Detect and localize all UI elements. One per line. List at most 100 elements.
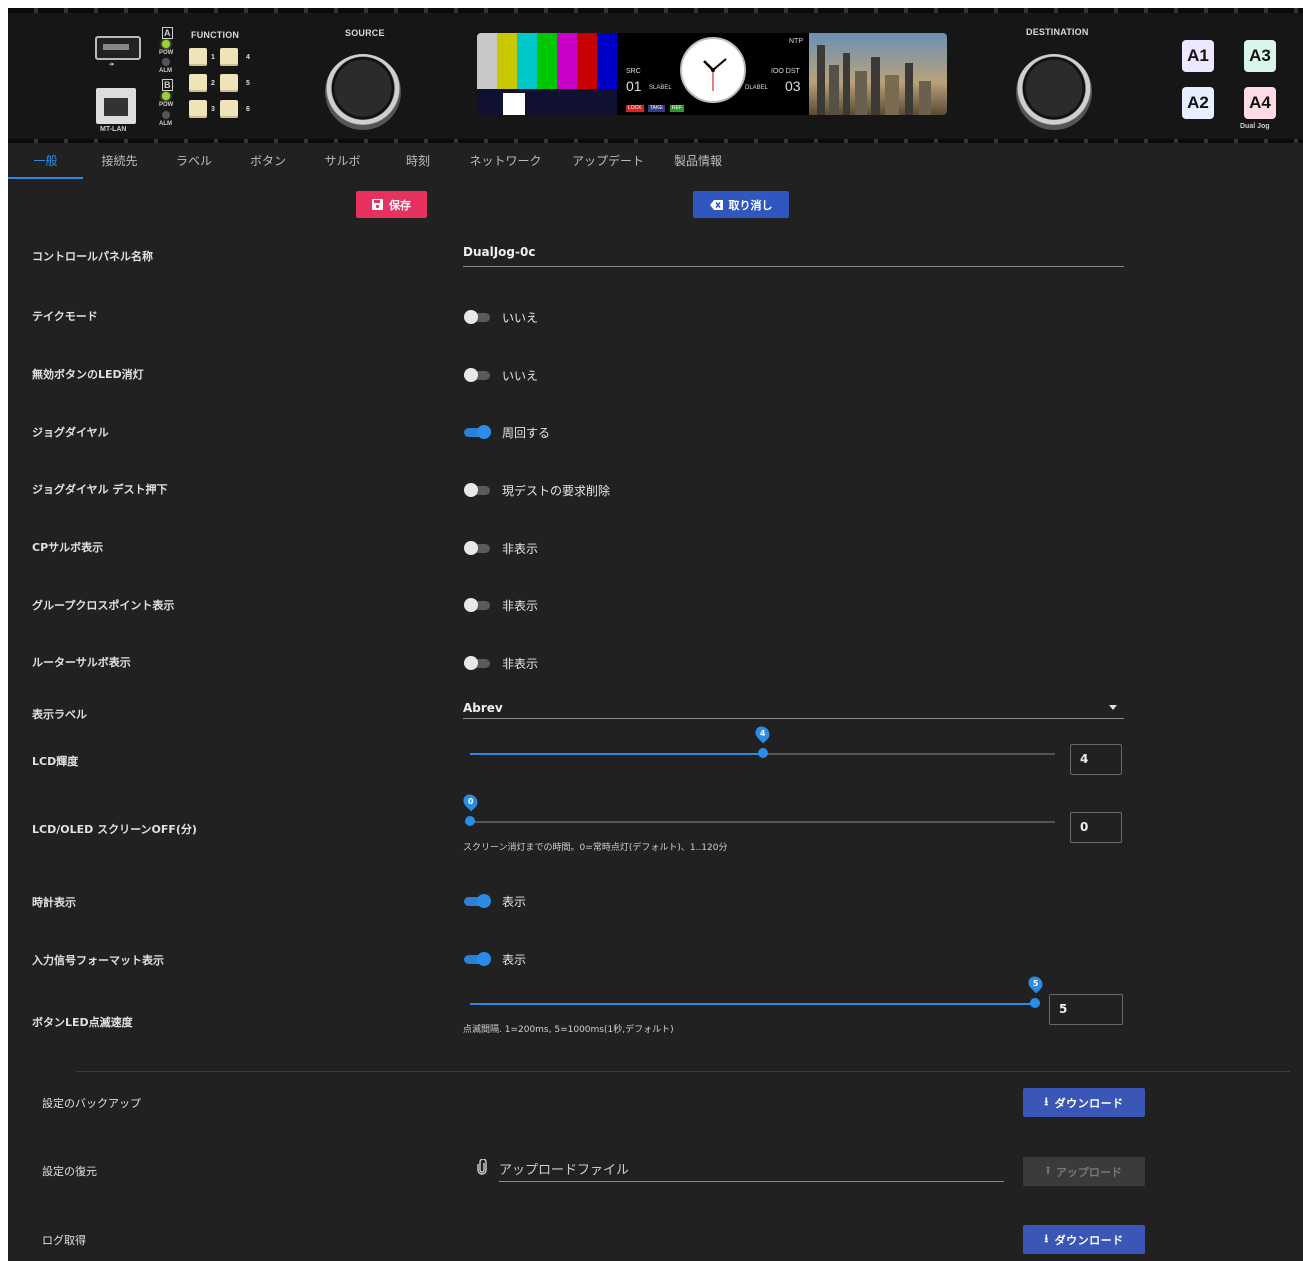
lcd-info-area: NTP SRC 01 SLABEL IOO DST DLABEL 03 LOCK… — [617, 33, 809, 115]
router-salvo-label: ルーターサルボ表示 — [32, 656, 131, 669]
backup-download-button[interactable]: ⭳ ダウンロード — [1023, 1088, 1145, 1117]
function-key-6-number: 6 — [246, 106, 250, 113]
lcd-ntp: NTP — [789, 38, 803, 45]
clock-icon — [680, 37, 746, 103]
pow-label-a: POW — [159, 50, 174, 56]
lcd-brightness-fill — [470, 753, 763, 755]
save-button[interactable]: 保存 — [356, 191, 427, 218]
cp-salvo-toggle[interactable] — [464, 541, 492, 555]
restore-label: 設定の復元 — [42, 1165, 97, 1178]
function-key-6 — [220, 100, 238, 118]
router-salvo-toggle[interactable] — [464, 656, 492, 670]
chevron-down-icon[interactable] — [1109, 705, 1117, 710]
led-off-toggle[interactable] — [464, 368, 492, 382]
take-mode-toggle[interactable] — [464, 310, 492, 324]
alm-label-a: ALM — [159, 68, 172, 74]
tab-update[interactable]: アップデート — [568, 143, 648, 181]
jog-press-value: 現デストの要求削除 — [502, 484, 611, 498]
tab-general[interactable]: 一般 — [8, 143, 83, 181]
jog-press-label: ジョグダイヤル デスト押下 — [32, 483, 168, 496]
bank-b-label: B — [162, 79, 173, 91]
function-key-3 — [189, 100, 207, 118]
upload-button[interactable]: ⭱ アップロード — [1023, 1157, 1145, 1186]
screen-off-input[interactable]: 0 — [1070, 812, 1122, 843]
assign-key-a2: A2 — [1182, 87, 1214, 119]
blink-speed-pin: 5 — [1025, 973, 1045, 994]
lcd-ioo-dst: IOO DST — [771, 68, 800, 75]
upload-file-underline — [499, 1181, 1004, 1182]
led-off-label: 無効ボタンのLED消灯 — [32, 368, 144, 381]
upload-button-label: アップロード — [1055, 1165, 1122, 1179]
log-download-label: ダウンロード — [1054, 1233, 1124, 1247]
download-icon: ⭳ — [1044, 1095, 1049, 1108]
assign-key-a3: A3 — [1244, 40, 1276, 72]
lcd-dst-number: 03 — [785, 78, 801, 94]
tab-salvo[interactable]: サルボ — [315, 143, 370, 181]
tab-product-info[interactable]: 製品情報 — [668, 143, 728, 181]
lcd-lock-tag: LOCK — [626, 105, 644, 112]
cp-salvo-label: CPサルボ表示 — [32, 541, 104, 554]
cancel-button-label: 取り消し — [728, 198, 773, 212]
function-key-3-number: 3 — [211, 106, 215, 113]
blink-speed-thumb[interactable] — [1030, 998, 1040, 1008]
city-image — [809, 33, 947, 115]
panel-name-underline — [463, 266, 1124, 267]
screen-off-hint: スクリーン消灯までの時間。0=常時点灯(デフォルト)、1..120分 — [463, 843, 728, 853]
save-button-label: 保存 — [389, 198, 411, 212]
blink-speed-hint: 点滅間隔. 1=200ms, 5=1000ms(1秒,デフォルト) — [463, 1025, 674, 1035]
input-format-toggle[interactable] — [464, 952, 492, 966]
display-label-select[interactable]: Abrev — [463, 701, 503, 715]
cp-salvo-value: 非表示 — [502, 542, 539, 556]
pow-label-b: POW — [159, 102, 174, 108]
function-key-4 — [220, 48, 238, 66]
lcd-brightness-slider[interactable]: 4 — [470, 723, 1055, 758]
backup-label: 設定のバックアップ — [42, 1097, 141, 1110]
lcd-brightness-input[interactable]: 4 — [1070, 744, 1122, 775]
screen-off-slider[interactable]: 0 — [460, 791, 1055, 826]
group-xpt-toggle[interactable] — [464, 598, 492, 612]
upload-file-input[interactable]: アップロードファイル — [499, 1159, 629, 1178]
device-panel-image: ⇸ MT-LAN A POW ALM B POW ALM FUNCTION 1 … — [8, 8, 1303, 143]
bank-a-label: A — [162, 27, 173, 39]
lan-port-icon — [96, 88, 136, 124]
lcd-brightness-label: LCD輝度 — [32, 755, 79, 768]
lcd-take-tag: TAKE — [648, 105, 665, 112]
display-label-label: 表示ラベル — [32, 708, 87, 721]
panel-name-label: コントロールパネル名称 — [32, 250, 153, 263]
screen-off-pin-value: 0 — [467, 797, 473, 807]
blink-speed-input[interactable]: 5 — [1049, 994, 1123, 1025]
log-download-button[interactable]: ⭳ ダウンロード — [1023, 1225, 1145, 1254]
alm-led-b — [162, 111, 170, 119]
function-key-2 — [189, 74, 207, 92]
clock-display-value: 表示 — [502, 895, 527, 909]
jog-dial-toggle[interactable] — [464, 425, 492, 439]
clock-display-label: 時計表示 — [32, 896, 76, 909]
input-format-label: 入力信号フォーマット表示 — [32, 954, 164, 967]
jog-press-toggle[interactable] — [464, 483, 492, 497]
lcd-dlabel: DLABEL — [745, 85, 769, 91]
group-xpt-value: 非表示 — [502, 599, 539, 613]
panel-name-input[interactable]: DualJog-0c — [463, 245, 535, 259]
screen-off-thumb[interactable] — [465, 816, 475, 826]
lcd-display: NTP SRC 01 SLABEL IOO DST DLABEL 03 LOCK… — [477, 33, 947, 115]
lcd-brightness-thumb[interactable] — [757, 748, 768, 758]
alm-led-a — [162, 58, 170, 66]
paperclip-icon[interactable] — [477, 1159, 487, 1175]
color-bars-bottom — [477, 89, 617, 115]
router-salvo-value: 非表示 — [502, 657, 539, 671]
tab-network[interactable]: ネットワーク — [463, 143, 548, 181]
tab-destinations[interactable]: 接続先 — [92, 143, 147, 181]
tab-buttons[interactable]: ボタン — [241, 143, 295, 181]
cancel-button[interactable]: 取り消し — [693, 191, 789, 218]
blink-speed-slider[interactable]: 5 — [470, 973, 1045, 1008]
active-tab-indicator — [8, 177, 83, 179]
blink-speed-label: ボタンLED点滅速度 — [32, 1016, 133, 1029]
download-icon: ⭳ — [1044, 1232, 1049, 1245]
usb-symbol-icon: ⇸ — [109, 62, 115, 68]
tab-labels[interactable]: ラベル — [168, 143, 220, 181]
clock-display-toggle[interactable] — [464, 894, 492, 908]
assign-key-a4: A4 — [1244, 87, 1276, 119]
blink-speed-pin-value: 5 — [1032, 979, 1038, 989]
pow-led-b — [162, 92, 170, 100]
tab-time[interactable]: 時刻 — [397, 143, 439, 181]
